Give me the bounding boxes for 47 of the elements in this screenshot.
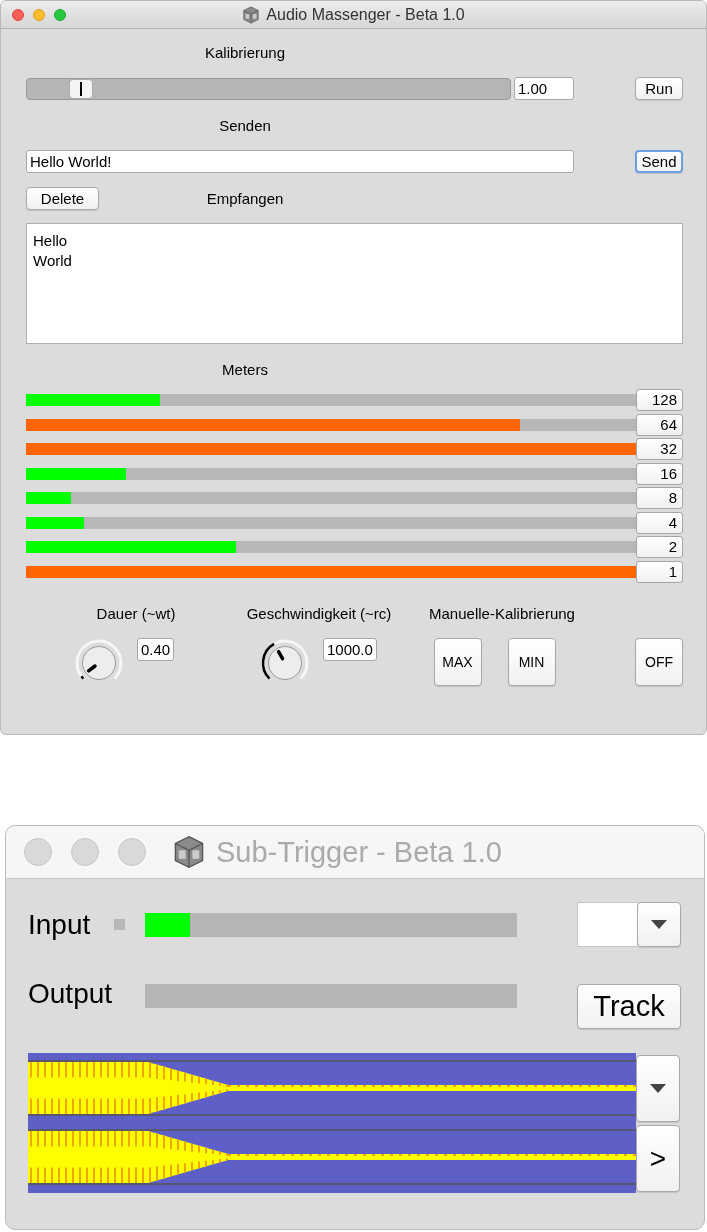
message-field[interactable]: Hello World! bbox=[26, 150, 574, 173]
meter-reading: 2 bbox=[636, 536, 683, 559]
input-label: Input bbox=[28, 908, 92, 941]
close-button[interactable] bbox=[24, 838, 52, 866]
run-button[interactable]: Run bbox=[635, 77, 683, 100]
minimize-button[interactable] bbox=[71, 838, 99, 866]
track-button[interactable]: Track bbox=[577, 984, 681, 1029]
window-title: Sub-Trigger - Beta 1.0 bbox=[216, 835, 502, 869]
dial-label: Dauer (~wt) bbox=[95, 604, 177, 624]
dial-label: Geschwindigkeit (~rc) bbox=[245, 604, 393, 624]
value-field[interactable]: 1.00 bbox=[514, 77, 574, 100]
off-button[interactable]: OFF bbox=[635, 638, 683, 686]
cube-icon bbox=[242, 5, 261, 24]
meter-reading: 32 bbox=[636, 438, 683, 461]
section-label: Meters bbox=[222, 361, 268, 378]
dropdown-button[interactable] bbox=[636, 1055, 680, 1122]
zoom-button[interactable] bbox=[54, 8, 66, 21]
section-label: Kalibrierung bbox=[204, 44, 285, 61]
dial-value-field[interactable]: 1000.0 bbox=[323, 638, 377, 661]
section-label: Empfangen bbox=[206, 189, 284, 209]
calibration-button[interactable]: MAX bbox=[433, 638, 482, 686]
dropdown-button[interactable] bbox=[637, 902, 681, 947]
zoom-button[interactable] bbox=[118, 838, 146, 866]
next-button[interactable]: > bbox=[636, 1125, 680, 1192]
minimize-button[interactable] bbox=[33, 8, 45, 21]
close-button[interactable] bbox=[12, 8, 24, 21]
calibration-button[interactable]: MIN bbox=[507, 638, 556, 686]
meter-reading: 64 bbox=[636, 413, 683, 436]
meter-reading: 8 bbox=[636, 487, 683, 510]
section-label: Manuelle-Kalibrierung bbox=[429, 604, 575, 624]
received-line: Hello bbox=[33, 231, 69, 251]
meter-reading: 128 bbox=[636, 389, 683, 412]
dropdown-field[interactable] bbox=[577, 902, 637, 947]
window-title: Audio Massenger - Beta 1.0 bbox=[266, 5, 465, 24]
meter-reading: 16 bbox=[636, 462, 683, 485]
received-line: World bbox=[33, 251, 73, 271]
received-text-area[interactable]: Hello World bbox=[26, 223, 683, 344]
section-label: Senden bbox=[219, 117, 271, 134]
cube-icon bbox=[172, 835, 206, 869]
meter-reading: 1 bbox=[636, 560, 683, 583]
caret-icon bbox=[650, 1083, 666, 1094]
caret-icon bbox=[651, 919, 667, 930]
delete-button[interactable]: Delete bbox=[26, 187, 99, 210]
dial-value-field[interactable]: 0.40 bbox=[137, 638, 175, 661]
send-button[interactable]: Send bbox=[635, 150, 683, 173]
output-label: Output bbox=[28, 978, 114, 1010]
meter-reading: 4 bbox=[636, 511, 683, 534]
